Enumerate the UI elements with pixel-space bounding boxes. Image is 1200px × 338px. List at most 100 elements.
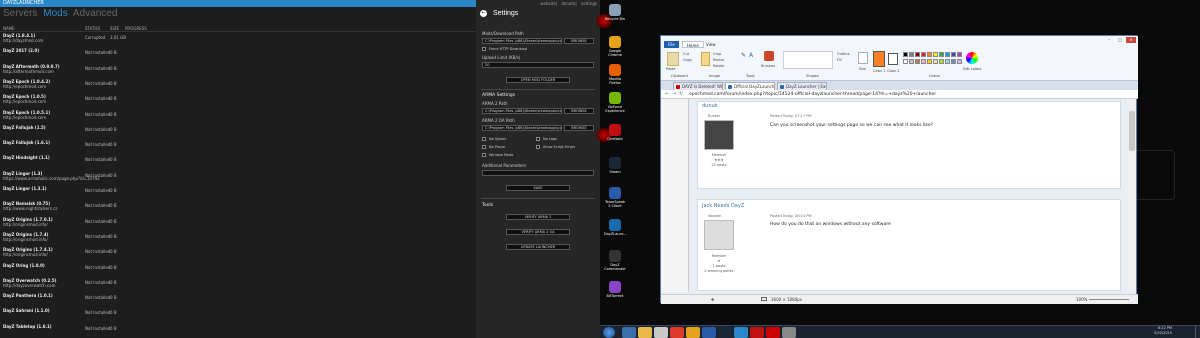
maximize-icon[interactable]: □: [1115, 37, 1125, 43]
mod-url[interactable]: http://dayzoverwatch.com: [3, 283, 55, 288]
color-swatch[interactable]: [909, 52, 914, 57]
color-swatch[interactable]: [945, 52, 950, 57]
mod-row[interactable]: DayZ Lingor (1.3.1) Not Installed 0 B: [0, 185, 476, 201]
avatar[interactable]: [704, 220, 734, 250]
edit-colors-button[interactable]: Edit colors: [963, 67, 981, 71]
close-icon[interactable]: ✕: [1126, 37, 1136, 43]
zoom-slider[interactable]: [1089, 299, 1129, 300]
additional-params-input[interactable]: [482, 170, 594, 176]
mod-row[interactable]: DayZ Overwatch (0.2.5) http://dayzoverwat…: [0, 277, 476, 293]
pencil-icon[interactable]: ✎: [741, 52, 746, 59]
taskbar-app-button[interactable]: [622, 327, 636, 338]
taskbar-app-button[interactable]: [638, 327, 652, 338]
clock-date[interactable]: 5/22/2015: [1154, 331, 1172, 336]
upload-limit-input[interactable]: 20: [482, 62, 594, 68]
mod-row[interactable]: DayZ Sahrani (1.1.0) Not Installed 0 B: [0, 307, 476, 323]
color-swatch[interactable]: [957, 52, 962, 57]
desktop-icon[interactable]: OneNote: [604, 124, 626, 141]
desktop-icon[interactable]: GeForce Experience: [604, 92, 626, 113]
update-launcher-button[interactable]: UPDATE LAUNCHER: [506, 244, 570, 250]
taskbar-app-button[interactable]: [766, 327, 780, 338]
color-swatch[interactable]: [951, 59, 956, 64]
back-arrow-icon[interactable]: ←: [480, 10, 487, 17]
desktop-icon[interactable]: Steam: [604, 157, 626, 174]
color-swatch[interactable]: [909, 59, 914, 64]
mod-url[interactable]: http://epochmod.com: [3, 84, 46, 89]
color-swatch[interactable]: [921, 59, 926, 64]
color-swatch[interactable]: [915, 59, 920, 64]
arma2oa-browse-button[interactable]: BROWSE: [564, 125, 594, 131]
scrollbar-thumb[interactable]: [1129, 111, 1135, 151]
taskbar-app-button[interactable]: [750, 327, 764, 338]
col-size[interactable]: SIZE: [110, 26, 119, 31]
color-swatch[interactable]: [921, 52, 926, 57]
tab-advanced[interactable]: Advanced: [73, 8, 117, 19]
no-pause-checkbox[interactable]: [482, 145, 486, 149]
verify-arma2oa-button[interactable]: VERIFY ARMA 2 OA: [506, 229, 570, 235]
paste-icon[interactable]: [667, 52, 679, 66]
size-button[interactable]: Size: [859, 67, 866, 71]
paste-button[interactable]: Paste: [666, 67, 675, 71]
paint-tab-home[interactable]: Home: [682, 41, 704, 48]
forward-icon[interactable]: →: [672, 91, 676, 97]
color-swatch[interactable]: [939, 52, 944, 57]
mod-row[interactable]: DayZ Namalsk (0.75) http://www.nightstalk…: [0, 200, 476, 216]
post-author[interactable]: Jack Needs DayZ: [702, 203, 744, 209]
arma2-browse-button[interactable]: BROWSE: [564, 108, 594, 114]
browser-tab[interactable]: DayZ Launcher | Easy to...: [777, 82, 827, 90]
link-settings[interactable]: settings: [581, 1, 597, 6]
mod-url[interactable]: http://epochmod.com: [3, 99, 46, 104]
mod-row[interactable]: DayZ (1.8.4.1) http://dayzmod.com Corrupte…: [0, 32, 476, 48]
mod-url[interactable]: http://aftermathmod.com: [3, 69, 54, 74]
show-script-errors-checkbox[interactable]: [536, 145, 540, 149]
browser-tab[interactable]: DAYZ Is Deleted! Why...: [673, 82, 723, 90]
mod-row[interactable]: DayZ Panthera (1.0.1) Not Installed 0 B: [0, 292, 476, 308]
color-swatch[interactable]: [927, 59, 932, 64]
avatar[interactable]: [704, 120, 734, 150]
verify-arma2-button[interactable]: VERIFY ARMA 2: [506, 214, 570, 220]
url-input[interactable]: epochmod.com/forum/index.php?/topic/1452…: [689, 91, 1129, 98]
taskbar-app-button[interactable]: [670, 327, 684, 338]
desktop-icon[interactable]: Google Chrome: [604, 36, 626, 57]
no-splash-checkbox[interactable]: [482, 137, 486, 141]
fill-button[interactable]: Fill: [837, 58, 842, 62]
mod-url[interactable]: http://epochmod.com: [3, 115, 46, 120]
mods-path-input[interactable]: C:\Program Files (x86)\Steam\steamapps\c…: [482, 38, 562, 44]
force-http-checkbox[interactable]: [482, 47, 486, 51]
mod-row[interactable]: DayZ Hindsight (1.1) Not Installed 0 B: [0, 154, 476, 170]
desktop-icon[interactable]: TeamSpeak 3 Client: [604, 187, 626, 208]
rotate-button[interactable]: Rotate: [713, 64, 724, 68]
tab-servers[interactable]: Servers: [3, 8, 37, 19]
arma2oa-path-input[interactable]: C:\Program Files (x86)\Steam\steamapps\c…: [482, 125, 562, 131]
mod-row[interactable]: DayZ Fallujah (1.6.1) Not Installed 0 B: [0, 139, 476, 155]
edit-colors-icon[interactable]: [966, 52, 978, 64]
cut-button[interactable]: Cut: [683, 52, 689, 56]
outline-button[interactable]: Outline: [837, 52, 850, 56]
tab-mods[interactable]: Mods: [43, 8, 67, 19]
mod-url[interactable]: http://www.nightstalkers.cz: [3, 206, 57, 211]
mod-url[interactable]: http://originsmod.info/: [3, 237, 48, 242]
taskbar-app-button[interactable]: [702, 327, 716, 338]
minimize-icon[interactable]: –: [1104, 37, 1114, 43]
mod-row[interactable]: DayZ Aftermath (0.9.0.7) http://aftermath…: [0, 63, 476, 79]
mod-row[interactable]: DayZ Fallujah (1.5) Not Installed 0 B: [0, 124, 476, 140]
fill-icon[interactable]: A: [749, 52, 753, 59]
mod-url[interactable]: http://originsmod.info/: [3, 252, 48, 257]
shapes-gallery[interactable]: [783, 51, 833, 69]
color-swatch[interactable]: [951, 52, 956, 57]
mod-row[interactable]: DayZ Origins (1.7.4.1) http://originsmod.…: [0, 246, 476, 262]
color-swatch[interactable]: [957, 59, 962, 64]
mod-row[interactable]: DayZ Lingor (1.3) https://www.armaholic.c…: [0, 170, 476, 186]
post-author[interactable]: dunuk: [702, 103, 718, 109]
show-desktop-button[interactable]: [1195, 326, 1200, 338]
col-name[interactable]: NAME: [3, 26, 15, 31]
reload-icon[interactable]: ↻: [679, 91, 683, 97]
mod-row[interactable]: DayZ Epoch (1.0.4.2) http://epochmod.com N…: [0, 78, 476, 94]
mods-path-browse-button[interactable]: BROWSE: [564, 38, 594, 44]
taskbar-app-button[interactable]: [718, 327, 732, 338]
link-donate[interactable]: donate: [561, 1, 575, 6]
brushes-button[interactable]: Brushes: [761, 64, 775, 68]
brush-icon[interactable]: [764, 51, 774, 61]
paint-tab-file[interactable]: File: [664, 41, 679, 48]
desktop-icon[interactable]: Mozilla Firefox: [604, 64, 626, 85]
